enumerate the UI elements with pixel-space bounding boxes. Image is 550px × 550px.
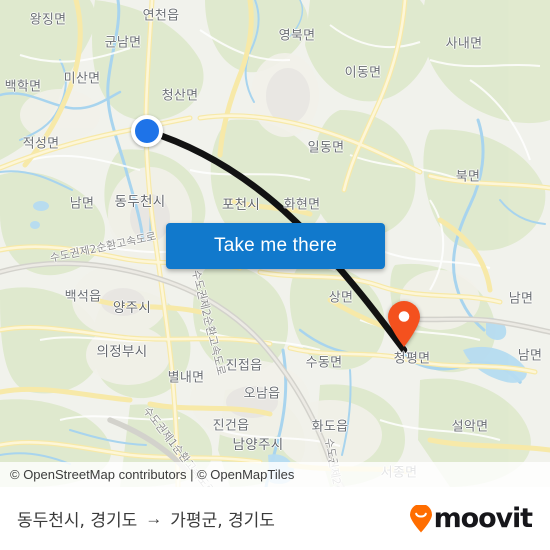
footer-bar: 동두천시, 경기도 → 가평군, 경기도 moovit bbox=[0, 487, 550, 550]
map-attribution-bar: © OpenStreetMap contributors | © OpenMap… bbox=[0, 462, 550, 487]
arrow-right-icon: → bbox=[145, 509, 163, 528]
map-pin-icon bbox=[388, 301, 420, 347]
route-summary: 동두천시, 경기도 → 가평군, 경기도 bbox=[17, 506, 409, 531]
take-me-there-button[interactable]: Take me there bbox=[166, 223, 385, 269]
map-share-card: 왕징면 연천읍 영북면 사내면 군남면 미산면 백학면 이동면 청산면 적성면 일동면 동두천시 남면 포… bbox=[0, 0, 550, 550]
cta-label: Take me there bbox=[214, 235, 337, 256]
origin-dot-marker[interactable] bbox=[131, 115, 163, 147]
moovit-pin-icon bbox=[409, 504, 432, 532]
moovit-wordmark: moovit bbox=[433, 503, 534, 534]
route-origin-label: 동두천시, 경기도 bbox=[17, 511, 138, 531]
moovit-logo[interactable]: moovit bbox=[409, 503, 534, 534]
destination-pin-marker[interactable] bbox=[386, 300, 422, 353]
map-canvas[interactable]: 왕징면 연천읍 영북면 사내면 군남면 미산면 백학면 이동면 청산면 적성면 일동면 동두천시 남면 포… bbox=[0, 0, 550, 487]
attribution-text[interactable]: © OpenStreetMap contributors | © OpenMap… bbox=[10, 467, 294, 482]
route-destination-label: 가평군, 경기도 bbox=[170, 511, 275, 531]
